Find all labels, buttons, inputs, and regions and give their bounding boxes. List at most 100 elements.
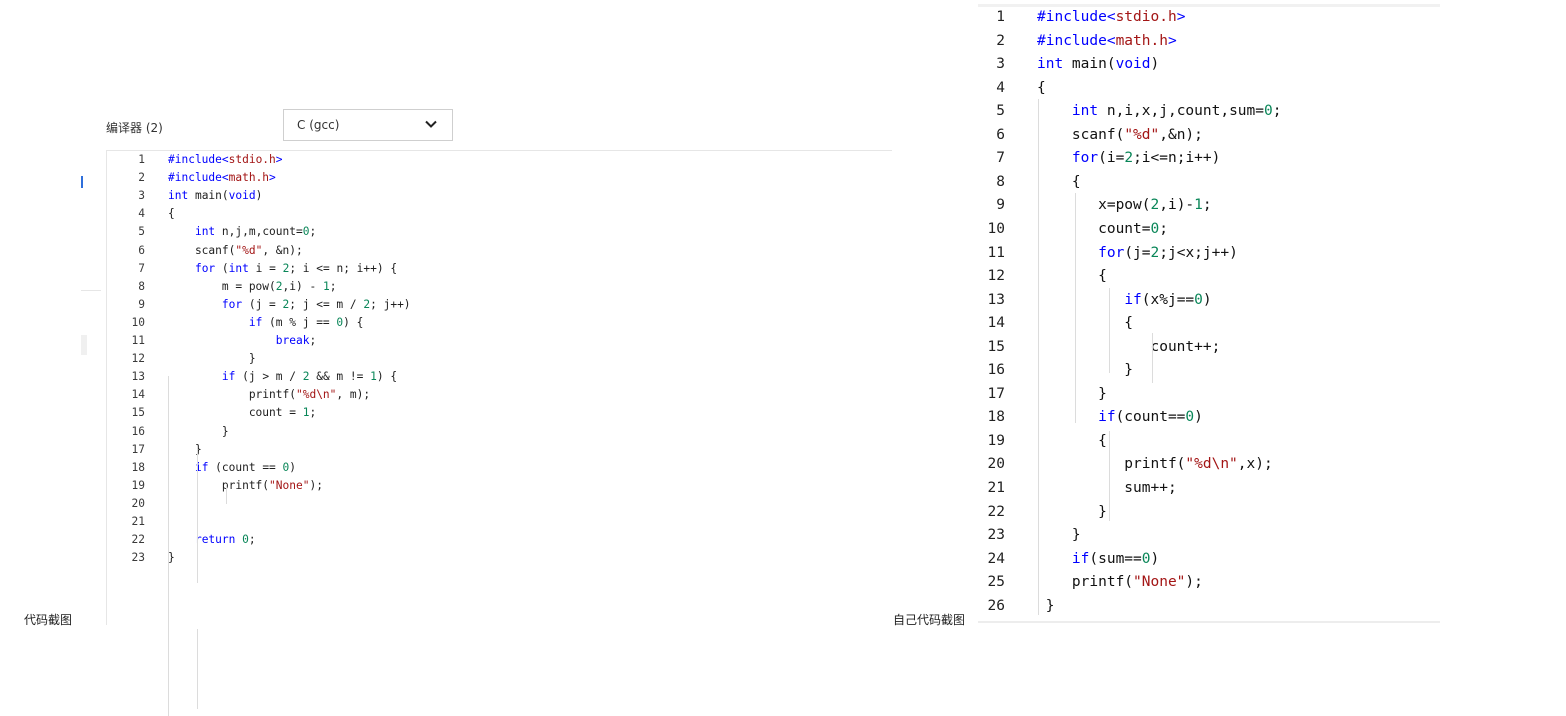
- indent-guide: [1109, 431, 1110, 521]
- code-text: for(j=2;j<x;j++): [1098, 244, 1238, 261]
- code-line: 26 }: [978, 595, 1438, 619]
- line-number: 4: [996, 79, 1005, 96]
- code-line: 19 {: [978, 430, 1438, 454]
- code-text: int n,i,x,j,count,sum=0;: [1071, 103, 1282, 120]
- line-number: 16: [131, 424, 145, 438]
- code-line: 3 int main(void): [978, 53, 1438, 77]
- code-line: 12 }: [107, 350, 887, 368]
- line-number: 24: [987, 550, 1005, 567]
- line-number: 3: [138, 189, 145, 203]
- code-line: 7 for (int i = 2; i <= n; i++) {: [107, 260, 887, 278]
- code-text: count = 1;: [168, 406, 317, 420]
- code-line: 11 break;: [107, 332, 887, 350]
- code-line: 2 #include<math.h>: [978, 30, 1438, 54]
- line-number: 2: [138, 171, 145, 185]
- code-text: if (count == 0): [194, 460, 297, 474]
- code-line: 14 printf("%d\n", m);: [107, 386, 887, 404]
- line-number: 1: [138, 153, 145, 166]
- line-number: 2: [996, 32, 1005, 49]
- code-line: 7 for(i=2;i<=n;i++): [978, 147, 1438, 171]
- code-text: count=0;: [1037, 220, 1168, 237]
- code-line: 18 if (count == 0): [107, 459, 887, 477]
- code-line: 13 if(x%j==0): [978, 289, 1438, 313]
- indent-guide: [1038, 99, 1039, 615]
- code-text: int main(void): [168, 189, 263, 203]
- code-line: 16 }: [978, 359, 1438, 383]
- code-text: for(i=2;i<=n;i++): [1071, 150, 1221, 167]
- line-number: 1: [996, 9, 1005, 25]
- code-text: }: [1037, 503, 1107, 520]
- code-line: 6 scanf("%d",&n);: [978, 124, 1438, 148]
- line-number: 19: [131, 478, 145, 492]
- code-text: int main(void): [1037, 56, 1160, 73]
- line-number: 5: [138, 225, 145, 239]
- code-line: 20: [107, 495, 887, 513]
- line-number: 22: [131, 533, 145, 547]
- bottom-border: [978, 621, 1440, 623]
- code-line: 9 for (j = 2; j <= m / 2; j++): [107, 296, 887, 314]
- code-text: {: [1037, 79, 1046, 96]
- code-text: for (j = 2; j <= m / 2; j++): [221, 297, 411, 311]
- code-line: 8 m = pow(2,i) - 1;: [107, 278, 887, 296]
- code-line: 23}: [107, 549, 887, 567]
- line-number: 26: [987, 597, 1005, 614]
- code-text: printf("None");: [1037, 574, 1203, 591]
- code-text: printf("None");: [168, 478, 323, 492]
- scroll-marker: [81, 176, 83, 188]
- code-text: scanf("%d", &n);: [168, 243, 303, 257]
- line-number: 21: [131, 515, 145, 528]
- line-number: 11: [131, 334, 145, 347]
- line-number: 13: [987, 291, 1005, 308]
- line-number: 14: [131, 388, 145, 402]
- code-line: 19 printf("None");: [107, 477, 887, 495]
- code-line: 8 {: [978, 171, 1438, 195]
- line-number: 15: [131, 406, 145, 420]
- code-line: 12 {: [978, 265, 1438, 289]
- line-number: 10: [131, 315, 145, 329]
- code-line: 9 x=pow(2,i)-1;: [978, 194, 1438, 218]
- code-screenshot-caption: 代码截图: [24, 613, 73, 627]
- code-text: #include<stdio.h>: [168, 153, 283, 166]
- code-text: }: [168, 424, 229, 438]
- compiler-select[interactable]: C (gcc): [283, 109, 453, 141]
- line-number: 8: [996, 173, 1005, 190]
- code-text: if (j > m / 2 && m != 1) {: [221, 370, 398, 384]
- code-line: 21 sum++;: [978, 477, 1438, 501]
- code-text: if(count==0): [1098, 409, 1203, 426]
- code-text: #include<math.h>: [168, 171, 276, 185]
- code-text: if(x%j==0): [1124, 291, 1212, 308]
- code-editor[interactable]: 1 #include<stdio.h> 2 #include<math.h> 3 int …: [106, 150, 892, 716]
- indent-guide: [197, 539, 198, 579]
- code-line: 22 return 0;: [107, 531, 887, 549]
- line-number: 6: [138, 243, 145, 257]
- code-line: 1 #include<stdio.h>: [107, 151, 887, 169]
- code-text: for (int i = 2; i <= n; i++) {: [194, 261, 398, 275]
- line-number: 5: [996, 103, 1005, 120]
- code-line: 3 int main(void): [107, 187, 887, 205]
- code-text: count++;: [1037, 338, 1221, 355]
- line-number: 8: [138, 279, 145, 293]
- code-line: 15 count++;: [978, 336, 1438, 360]
- chevron-down-icon: [425, 120, 437, 128]
- code-text: x=pow(2,i)-1;: [1037, 197, 1212, 214]
- code-text: printf("%d\n",x);: [1037, 456, 1273, 473]
- own-code-screenshot: 1 #include<stdio.h> 2 #include<math.h> 3 int …: [978, 3, 1440, 623]
- line-number: 20: [131, 496, 145, 510]
- code-text: }: [168, 352, 256, 366]
- own-code-screenshot-caption: 自己代码截图: [893, 613, 966, 627]
- code-line: 13 if (j > m / 2 && m != 1) {: [107, 368, 887, 386]
- code-text: {: [168, 207, 175, 221]
- code-line: 23 }: [978, 524, 1438, 548]
- code-line: 17 }: [978, 383, 1438, 407]
- code-line: 15 count = 1;: [107, 404, 887, 422]
- indent-guide: [226, 484, 227, 504]
- code-text: scanf("%d",&n);: [1037, 126, 1203, 143]
- line-number: 23: [987, 527, 1005, 544]
- line-number: 25: [987, 574, 1005, 591]
- code-text: break;: [275, 334, 317, 347]
- top-border: [978, 4, 1440, 7]
- code-text: {: [1037, 268, 1107, 285]
- line-number: 9: [138, 297, 145, 311]
- code-text: }: [1037, 385, 1107, 402]
- line-number: 14: [987, 315, 1005, 332]
